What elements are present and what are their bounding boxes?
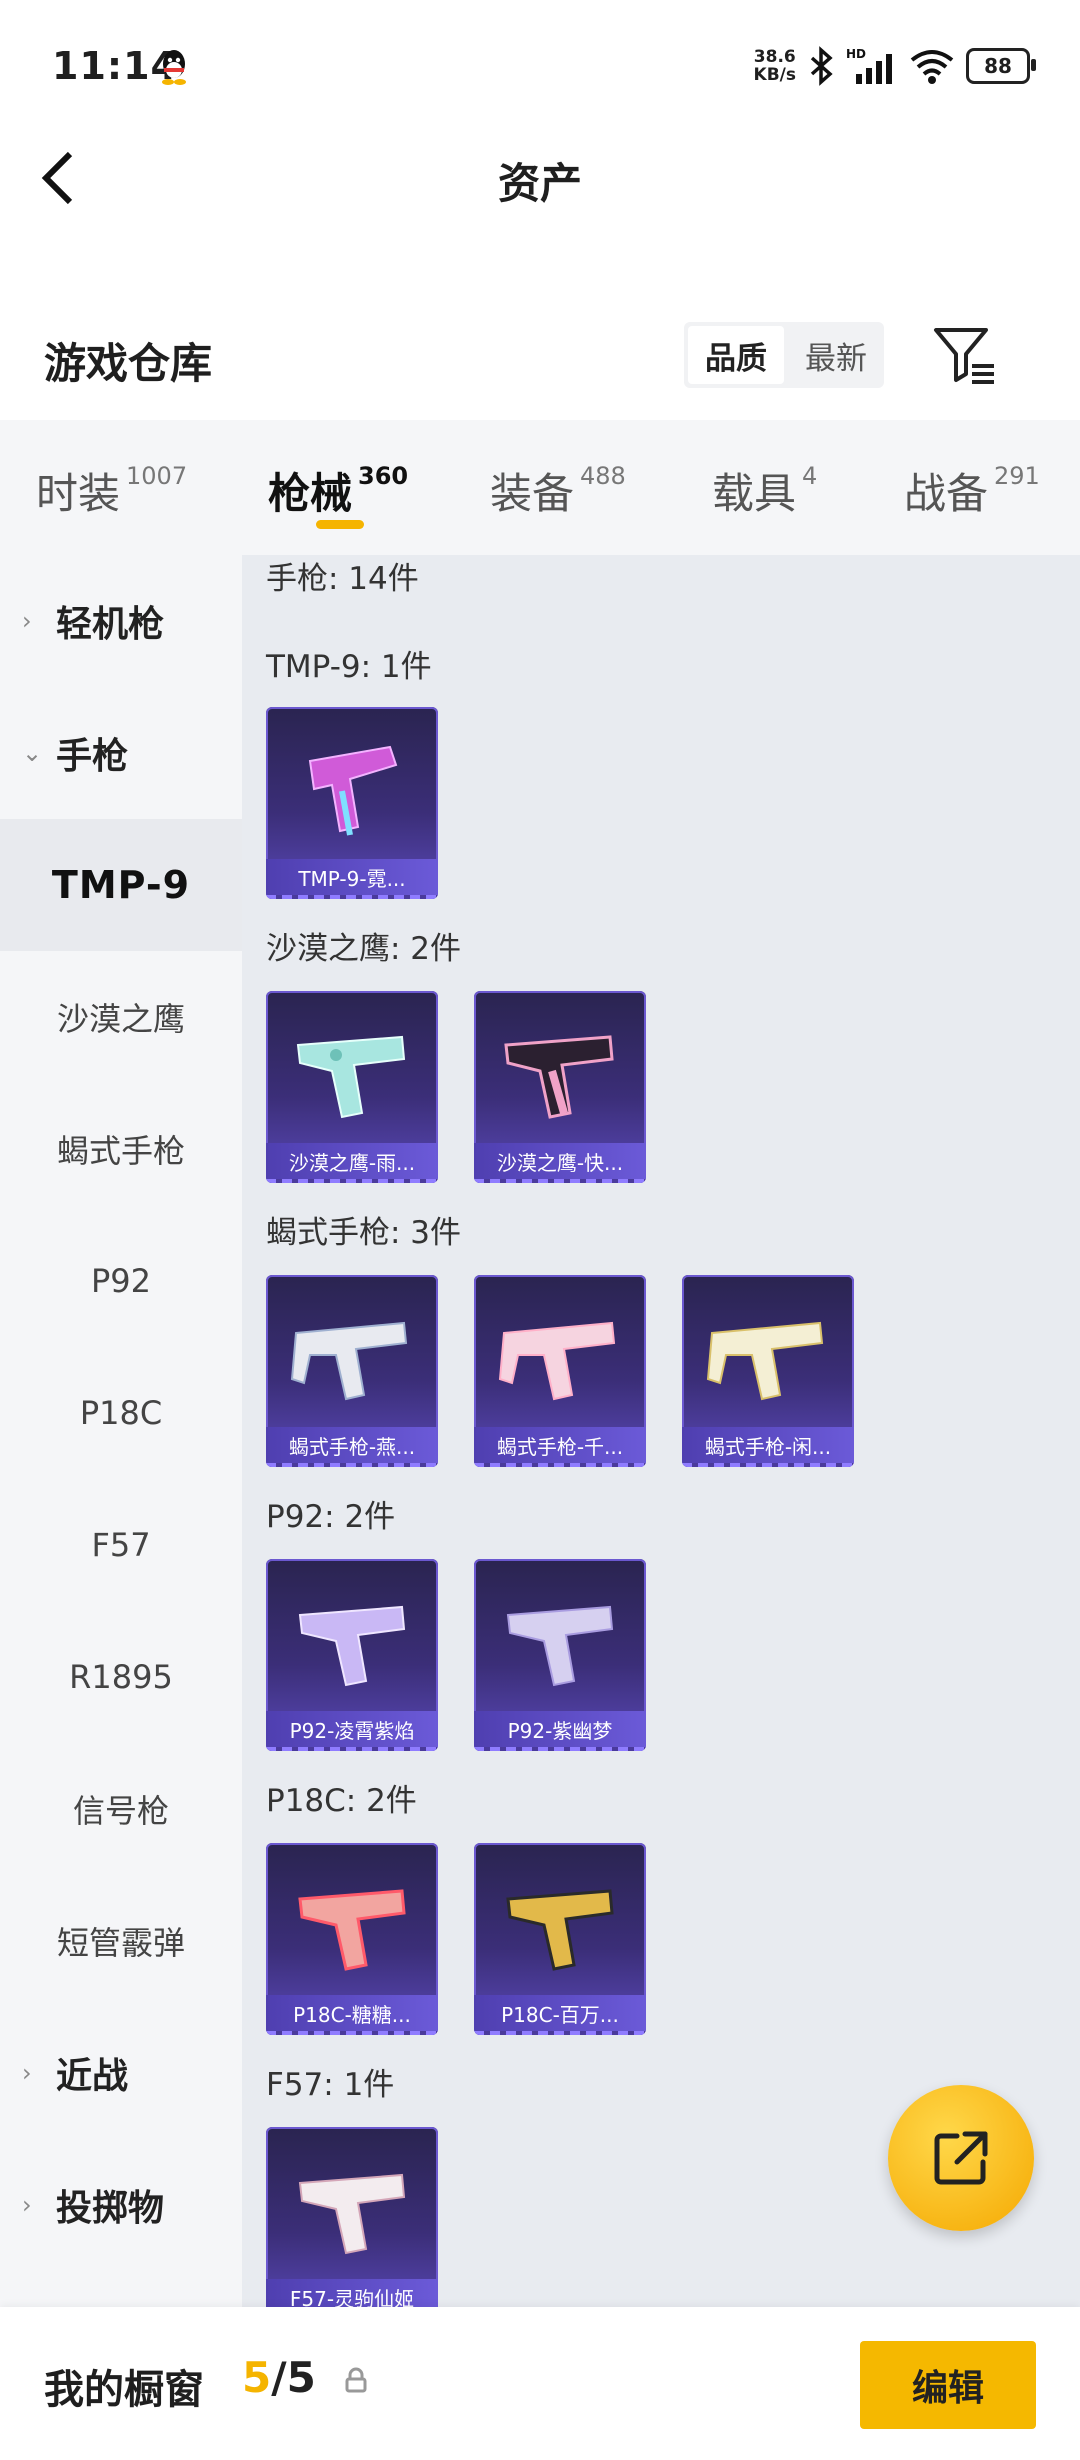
chevron-right-icon: › [22, 607, 32, 635]
section-heading: F57: 1件 [266, 2067, 395, 2103]
sidebar-item-p18c[interactable]: P18C [0, 1347, 242, 1479]
bluetooth-icon [810, 46, 833, 86]
sidebar-item-p92[interactable]: P92 [0, 1215, 242, 1347]
weapon-card[interactable]: 蝎式手枪-燕... [266, 1275, 438, 1467]
network-speed: 38.6 KB/s [753, 47, 796, 85]
tab-vehicles[interactable]: 载具 4 [712, 460, 817, 520]
weapon-card[interactable]: TMP-9-霓... [266, 707, 438, 899]
sidebar-item-flare-gun[interactable]: 信号枪 [0, 1743, 242, 1875]
sidebar-item-r1895[interactable]: R1895 [0, 1611, 242, 1743]
sidebar-item-desert-eagle[interactable]: 沙漠之鹰 [0, 951, 242, 1083]
smg-image [308, 745, 398, 836]
warehouse-title: 游戏仓库 [44, 339, 213, 388]
weapon-grid: 手枪: 14件 TMP-9: 1件 TMP-9-霓... 沙漠之鹰: 2件 沙漠… [242, 555, 1080, 2307]
sort-toggle: 品质 最新 [684, 322, 884, 388]
battery-icon: 88 [966, 48, 1036, 84]
sidebar-group-pistol[interactable]: ⌄ 手枪 [0, 687, 242, 819]
sidebar-item-tmp9[interactable]: TMP-9 [0, 819, 242, 951]
weapon-card[interactable]: P92-紫幽梦 [474, 1559, 646, 1751]
weapon-type-sidebar: › 轻机枪 ⌄ 手枪 TMP-9 沙漠之鹰 蝎式手枪 P92 P18C F57 … [0, 555, 242, 2307]
weapon-card[interactable]: 蝎式手枪-千... [474, 1275, 646, 1467]
section-heading: 蝎式手枪: 3件 [266, 1215, 462, 1251]
showcase-count: 5/5 [242, 2353, 316, 2402]
sidebar-group-melee[interactable]: › 近战 [0, 2007, 242, 2139]
weapon-card[interactable]: 沙漠之鹰-快... [474, 991, 646, 1183]
chevron-right-icon: › [22, 2059, 32, 2087]
pistol-image [506, 1889, 614, 1971]
smg-image [498, 1321, 616, 1401]
external-link-icon [934, 2131, 988, 2185]
weapon-card[interactable]: 沙漠之鹰-雨... [266, 991, 438, 1183]
status-bar: 11:14 38.6 KB/s HD 88 [0, 0, 1080, 140]
sidebar-group-throwables[interactable]: › 投掷物 [0, 2139, 242, 2271]
pistol-image [298, 1889, 406, 1971]
sidebar-group-lmg[interactable]: › 轻机枪 [0, 555, 242, 687]
pistol-image [298, 2173, 406, 2255]
filter-icon[interactable] [930, 320, 1000, 390]
pistol-image [298, 1605, 406, 1687]
tab-fashion[interactable]: 时装 1007 [36, 460, 187, 520]
section-heading: P18C: 2件 [266, 1783, 417, 1819]
sort-quality-button[interactable]: 品质 [688, 326, 784, 384]
showcase-bar: 我的橱窗 5/5 编辑 [0, 2307, 1080, 2460]
lock-icon [345, 2367, 367, 2393]
chevron-right-icon: › [22, 2191, 32, 2219]
svg-text:HD: HD [846, 47, 866, 61]
showcase-title: 我的橱窗 [44, 2367, 204, 2413]
weapon-card[interactable]: P18C-糖糖... [266, 1843, 438, 2035]
section-heading: P92: 2件 [266, 1499, 396, 1535]
smg-image [290, 1321, 408, 1401]
pistol-summary: 手枪: 14件 [266, 561, 419, 597]
sidebar-item-scorpion[interactable]: 蝎式手枪 [0, 1083, 242, 1215]
weapon-card[interactable]: P18C-百万... [474, 1843, 646, 2035]
weapon-card[interactable]: P92-凌霄紫焰 [266, 1559, 438, 1751]
weapon-card[interactable]: 蝎式手枪-闲... [682, 1275, 854, 1467]
wifi-icon [910, 50, 954, 84]
section-heading: 沙漠之鹰: 2件 [266, 931, 462, 967]
share-button[interactable] [888, 2085, 1034, 2231]
page-title: 资产 [497, 159, 582, 208]
status-icons: 38.6 KB/s HD 88 [753, 44, 1036, 88]
smg-image [706, 1321, 824, 1401]
signal-icon: HD [846, 47, 892, 84]
edit-button[interactable]: 编辑 [860, 2341, 1036, 2429]
pistol-image [504, 1035, 614, 1119]
tab-firearms[interactable]: 枪械 360 [268, 460, 408, 520]
active-tab-indicator [316, 520, 364, 529]
sidebar-item-f57[interactable]: F57 [0, 1479, 242, 1611]
sidebar-item-sawed-off[interactable]: 短管霰弹 [0, 1875, 242, 2007]
pistol-image [296, 1035, 406, 1119]
section-heading: TMP-9: 1件 [266, 649, 432, 685]
pistol-image [506, 1605, 614, 1687]
chevron-down-icon: ⌄ [22, 739, 43, 767]
tab-equipment[interactable]: 装备 488 [490, 460, 626, 520]
weapon-card[interactable]: F57-灵驹仙姬 [266, 2127, 438, 2307]
tab-supplies[interactable]: 战备 291 [904, 460, 1040, 520]
category-tabs: 时装 1007 枪械 360 装备 488 载具 4 战备 291 [0, 420, 1080, 555]
sort-latest-button[interactable]: 最新 [788, 322, 884, 388]
qq-icon [162, 50, 186, 85]
